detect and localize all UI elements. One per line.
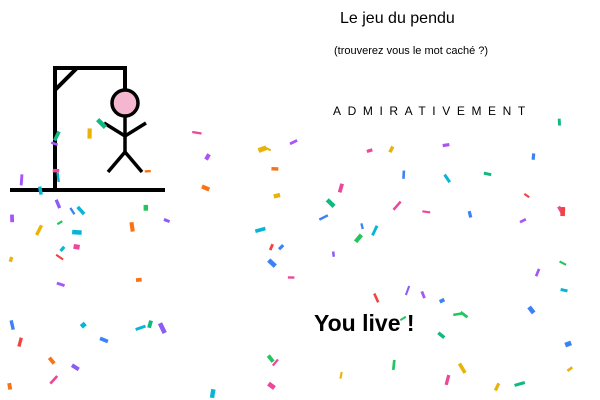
confetti-piece: [392, 200, 402, 211]
confetti-piece: [79, 321, 87, 329]
confetti-piece: [157, 322, 167, 335]
confetti-piece: [7, 382, 13, 390]
confetti-piece: [267, 381, 276, 390]
confetti-piece: [402, 170, 406, 179]
hidden-word: ADMIRATIVEMENT: [333, 104, 532, 118]
confetti-piece: [56, 220, 63, 226]
gallows-brace: [53, 66, 79, 92]
confetti-piece: [70, 363, 80, 372]
confetti-piece: [559, 260, 567, 266]
confetti-piece: [55, 253, 64, 261]
confetti-piece: [289, 139, 298, 146]
confetti-piece: [519, 218, 527, 224]
confetti-piece: [442, 143, 450, 148]
hangman-right-arm: [124, 121, 147, 138]
confetti-piece: [453, 312, 463, 317]
confetti-piece: [420, 290, 426, 299]
game-title: Le jeu du pendu: [340, 10, 455, 27]
confetti-piece: [10, 214, 15, 223]
confetti-piece: [325, 198, 336, 208]
confetti-piece: [135, 277, 142, 282]
result-message: You live !: [314, 310, 415, 336]
confetti-piece: [271, 358, 279, 367]
confetti-piece: [72, 229, 82, 235]
confetti-piece: [560, 207, 566, 217]
confetti-piece: [8, 256, 14, 263]
hangman-right-leg: [123, 150, 144, 174]
hangman-left-arm: [103, 121, 126, 138]
confetti-piece: [444, 374, 451, 386]
confetti-piece: [254, 226, 266, 233]
confetti-piece: [422, 210, 431, 214]
confetti-piece: [204, 153, 211, 161]
confetti-piece: [527, 305, 536, 315]
confetti-piece: [271, 166, 279, 171]
confetti-piece: [371, 225, 379, 237]
confetti-piece: [459, 310, 469, 319]
confetti-piece: [366, 148, 373, 153]
confetti-piece: [209, 388, 216, 399]
confetti-piece: [337, 183, 344, 193]
confetti-piece: [163, 218, 171, 224]
confetti-piece: [534, 268, 541, 277]
confetti-piece: [263, 146, 272, 152]
confetti-piece: [135, 324, 146, 331]
confetti-piece: [483, 171, 492, 177]
game-subtitle: (trouverez vous le mot caché ?): [334, 45, 489, 57]
confetti-piece: [531, 153, 536, 160]
confetti-piece: [373, 292, 380, 303]
confetti-piece: [277, 244, 285, 251]
confetti-piece: [318, 214, 329, 221]
confetti-piece: [438, 297, 446, 304]
hangman-drawing: [10, 66, 165, 192]
confetti-piece: [49, 375, 59, 385]
confetti-piece: [54, 199, 62, 209]
confetti-piece: [99, 336, 109, 344]
confetti-piece: [268, 243, 274, 251]
confetti-piece: [287, 276, 295, 279]
confetti-piece: [17, 337, 23, 348]
confetti-piece: [56, 281, 65, 288]
confetti-piece: [201, 184, 211, 192]
confetti-piece: [467, 210, 473, 218]
confetti-piece: [143, 204, 148, 211]
confetti-piece: [76, 205, 86, 216]
confetti-piece: [566, 366, 574, 373]
confetti-piece: [557, 118, 561, 126]
confetti-piece: [331, 251, 335, 257]
confetti-piece: [557, 205, 565, 215]
confetti-piece: [35, 224, 44, 236]
hangman-left-leg: [106, 150, 127, 174]
confetti-piece: [391, 359, 396, 371]
confetti-piece: [339, 371, 343, 379]
confetti-piece: [192, 130, 202, 135]
confetti-piece: [257, 145, 268, 153]
confetti-piece: [493, 382, 501, 392]
confetti-piece: [523, 193, 530, 199]
confetti-piece: [47, 356, 56, 365]
confetti-piece: [388, 145, 395, 153]
hangman-head: [110, 88, 140, 118]
confetti-piece: [69, 207, 76, 215]
confetti-piece: [59, 245, 66, 252]
confetti-piece: [360, 223, 364, 230]
confetti-piece: [266, 354, 275, 363]
confetti-piece: [9, 320, 15, 330]
confetti-piece: [129, 221, 135, 232]
confetti-piece: [437, 331, 446, 340]
confetti-piece: [267, 258, 277, 268]
confetti-piece: [514, 381, 526, 387]
confetti-piece: [404, 285, 411, 296]
confetti-piece: [273, 192, 281, 199]
confetti-piece: [560, 288, 568, 293]
confetti-piece: [564, 340, 573, 348]
confetti-piece: [353, 233, 363, 244]
confetti-piece: [147, 320, 153, 329]
confetti-piece: [73, 243, 81, 250]
confetti-piece: [443, 173, 451, 184]
confetti-piece: [457, 362, 467, 374]
